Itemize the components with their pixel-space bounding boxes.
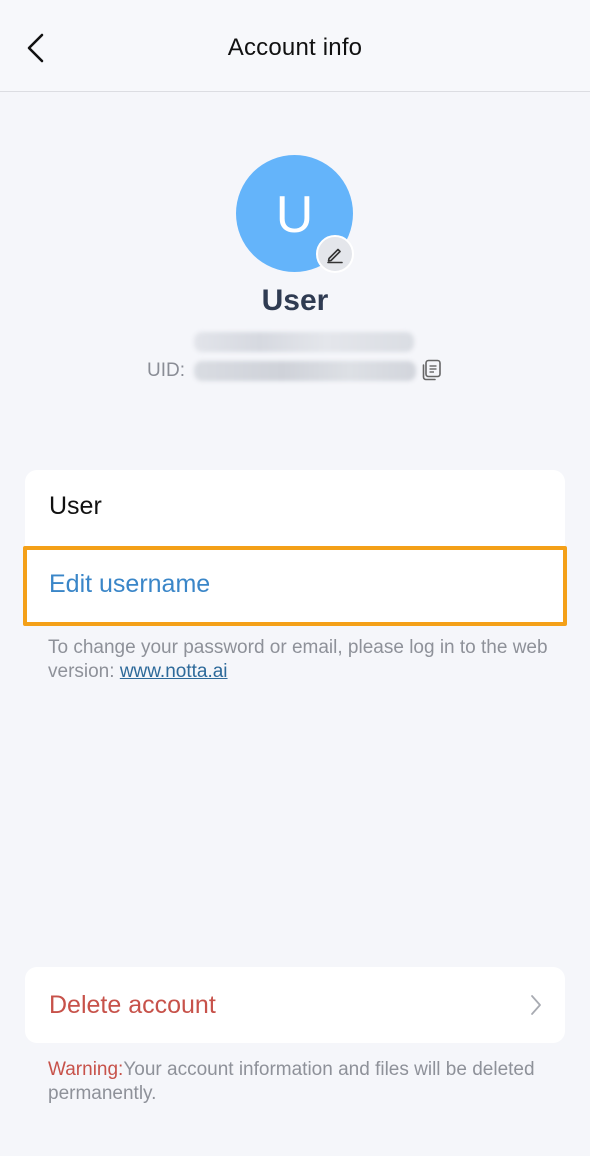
copy-icon bbox=[422, 359, 441, 381]
edit-username-label: Edit username bbox=[49, 570, 211, 598]
delete-warning: Warning:Your account information and fil… bbox=[48, 1058, 548, 1106]
profile-name: User bbox=[261, 284, 329, 317]
email-redacted bbox=[194, 332, 414, 352]
copy-uid-button[interactable] bbox=[420, 358, 444, 382]
delete-account-label: Delete account bbox=[49, 991, 216, 1019]
current-username: User bbox=[49, 492, 102, 520]
password-email-note: To change your password or email, please… bbox=[48, 636, 548, 684]
web-version-link[interactable]: www.notta.ai bbox=[120, 661, 228, 682]
edit-avatar-button[interactable] bbox=[316, 235, 354, 273]
avatar-initial: U bbox=[275, 185, 314, 244]
page-title: Account info bbox=[227, 34, 363, 61]
uid-label: UID: bbox=[147, 360, 185, 381]
username-card: User Edit username bbox=[23, 470, 567, 626]
warning-prefix: Warning: bbox=[48, 1059, 124, 1080]
avatar-container: U bbox=[236, 155, 356, 275]
edit-username-button[interactable]: Edit username bbox=[23, 546, 567, 626]
header: Account info bbox=[0, 0, 590, 92]
chevron-right-icon bbox=[531, 995, 541, 1015]
delete-account-button[interactable]: Delete account bbox=[25, 967, 565, 1043]
pencil-icon bbox=[327, 248, 343, 264]
uid-redacted bbox=[194, 361, 416, 381]
